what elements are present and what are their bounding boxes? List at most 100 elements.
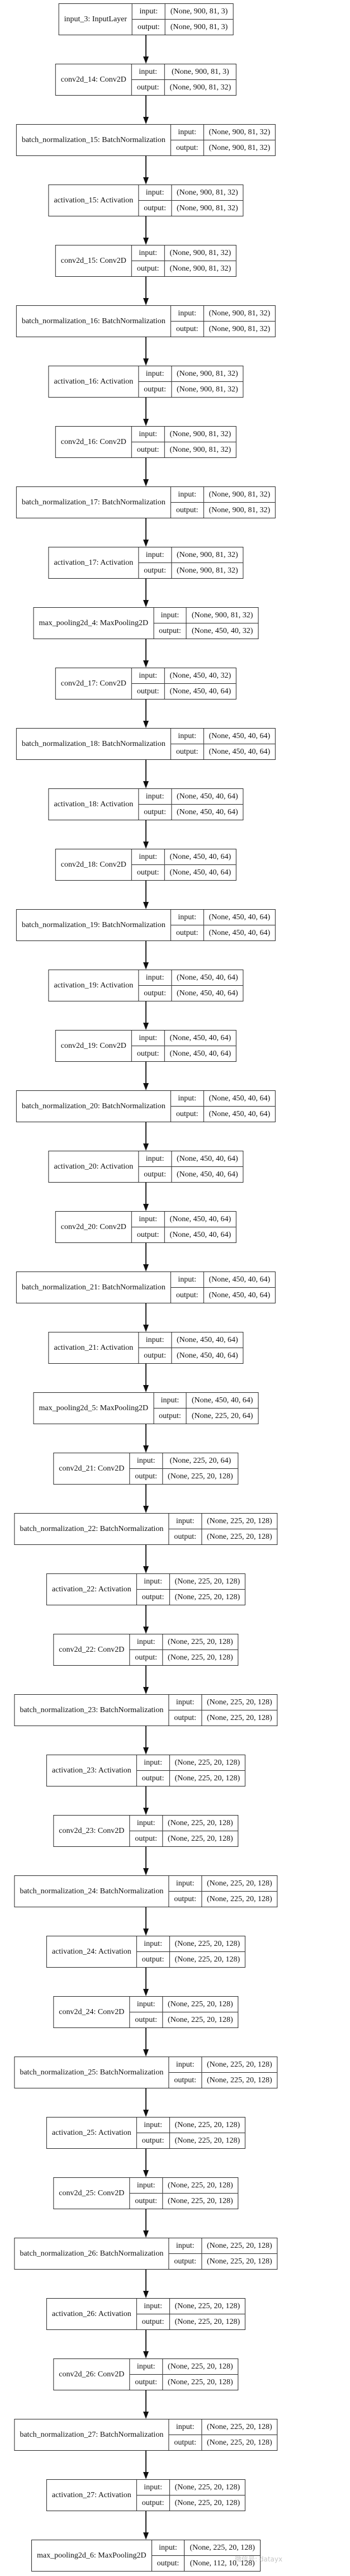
input-key: input: bbox=[131, 245, 164, 261]
io-keys: input: output: bbox=[171, 487, 204, 518]
io-keys: input: output: bbox=[139, 1151, 172, 1182]
output-key: output: bbox=[135, 2015, 158, 2024]
output-key: output: bbox=[135, 2378, 158, 2386]
io-keys: input: output: bbox=[171, 910, 204, 940]
io-keys: input: output: bbox=[169, 1695, 202, 1726]
output-key: output: bbox=[135, 2196, 158, 2205]
output-key: output: bbox=[136, 868, 159, 877]
edge-arrow bbox=[145, 1786, 146, 1808]
edge-arrow bbox=[145, 881, 146, 902]
output-shape: (None, 450, 40, 64) bbox=[209, 1109, 271, 1118]
io-keys: input: output: bbox=[131, 427, 165, 457]
input-shape: (None, 225, 20, 128) bbox=[169, 2117, 245, 2133]
output-key: output: bbox=[135, 1472, 158, 1481]
output-shape: (None, 225, 20, 128) bbox=[207, 1532, 272, 1541]
layer-name: activation_17: Activation bbox=[49, 547, 139, 578]
input-shape: (None, 900, 81, 32) bbox=[171, 366, 243, 382]
output-key: output: bbox=[141, 2498, 164, 2507]
layer-name: conv2d_24: Conv2D bbox=[54, 1997, 130, 2027]
input-key: input: bbox=[169, 1514, 201, 1529]
watermark: 微信号: datayx bbox=[235, 2555, 283, 2563]
io-shapes: (None, 225, 20, 128) (None, 225, 20, 128) bbox=[169, 1574, 245, 1605]
output-shape: (None, 225, 20, 128) bbox=[207, 2257, 272, 2266]
arrowhead-icon bbox=[143, 1566, 149, 1573]
input-key: input: bbox=[169, 1695, 201, 1710]
output-shape: (None, 900, 81, 32) bbox=[176, 385, 238, 394]
input-shape: (None, 450, 40, 64) bbox=[204, 910, 276, 925]
edge-arrow bbox=[145, 1968, 146, 1989]
input-shape: (None, 900, 81, 32) bbox=[204, 487, 276, 503]
edge-arrow bbox=[145, 458, 146, 480]
arrowhead-icon bbox=[143, 1929, 149, 1936]
input-shape: (None, 900, 81, 3) bbox=[165, 4, 233, 20]
arrowhead-icon bbox=[143, 1989, 149, 1996]
input-key: input: bbox=[136, 2480, 169, 2495]
input-key: input: bbox=[131, 1212, 164, 1227]
output-key: output: bbox=[135, 1834, 158, 1843]
layer-name: batch_normalization_22: BatchNormalizati… bbox=[15, 1514, 169, 1544]
input-key: input: bbox=[130, 1453, 163, 1469]
io-shapes: (None, 225, 20, 128) (None, 225, 20, 128) bbox=[202, 2419, 277, 2450]
layer-node: batch_normalization_27: BatchNormalizati… bbox=[14, 2419, 278, 2451]
io-shapes: (None, 450, 40, 64) (None, 450, 40, 64) bbox=[164, 1212, 237, 1242]
output-shape: (None, 225, 20, 64) bbox=[191, 1411, 253, 1420]
input-shape: (None, 225, 20, 128) bbox=[169, 2299, 245, 2314]
input-shape: (None, 900, 81, 32) bbox=[204, 125, 276, 140]
edge-arrow bbox=[145, 156, 146, 178]
layer-name: conv2d_17: Conv2D bbox=[56, 668, 132, 699]
layer-node: activation_21: Activation input: output: (N… bbox=[48, 1332, 244, 1364]
edge-arrow bbox=[145, 820, 146, 842]
input-key: input: bbox=[171, 729, 204, 744]
edge-arrow bbox=[145, 1001, 146, 1023]
output-key: output: bbox=[138, 22, 160, 31]
output-key: output: bbox=[176, 505, 198, 514]
io-keys: input: output: bbox=[136, 1936, 170, 1967]
io-keys: input: output: bbox=[131, 245, 165, 276]
io-shapes: (None, 450, 40, 64) (None, 450, 40, 64) bbox=[171, 1332, 243, 1363]
edge-arrow bbox=[145, 2390, 146, 2412]
input-shape: (None, 900, 81, 3) bbox=[164, 64, 237, 80]
layer-name: activation_15: Activation bbox=[49, 185, 139, 216]
output-key: output: bbox=[136, 687, 159, 696]
output-shape: (None, 225, 20, 128) bbox=[168, 1834, 233, 1843]
input-shape: (None, 900, 81, 32) bbox=[164, 427, 237, 442]
arrowhead-icon bbox=[143, 1143, 149, 1151]
io-shapes: (None, 900, 81, 32) (None, 900, 81, 32) bbox=[171, 366, 243, 397]
layer-node: activation_20: Activation input: output: (N… bbox=[48, 1151, 244, 1183]
io-shapes: (None, 450, 40, 64) (None, 450, 40, 64) bbox=[204, 1272, 276, 1303]
input-key: input: bbox=[139, 547, 171, 563]
io-shapes: (None, 225, 20, 128) (None, 225, 20, 128) bbox=[163, 1997, 238, 2027]
output-key: output: bbox=[176, 143, 198, 152]
arrowhead-icon bbox=[143, 1868, 149, 1875]
io-shapes: (None, 225, 20, 128) (None, 225, 20, 128) bbox=[169, 1755, 245, 1786]
io-keys: input: output: bbox=[131, 64, 165, 95]
io-keys: input: output: bbox=[136, 1574, 170, 1605]
output-key: output: bbox=[159, 1411, 181, 1420]
layer-node: batch_normalization_15: BatchNormalizati… bbox=[16, 124, 276, 156]
arrowhead-icon bbox=[143, 2110, 149, 2117]
arrowhead-icon bbox=[143, 1627, 149, 1634]
input-key: input: bbox=[136, 1755, 169, 1771]
output-key: output: bbox=[141, 1774, 164, 1783]
io-shapes: (None, 225, 20, 128) (None, 225, 20, 128) bbox=[163, 2359, 238, 2390]
io-keys: input: output: bbox=[139, 789, 172, 820]
input-key: input: bbox=[130, 2359, 163, 2375]
arrowhead-icon bbox=[143, 1385, 149, 1392]
input-shape: (None, 450, 40, 64) bbox=[171, 1332, 243, 1348]
edge-arrow bbox=[145, 277, 146, 299]
io-shapes: (None, 900, 81, 32) (None, 900, 81, 32) bbox=[171, 185, 243, 216]
output-shape: (None, 900, 81, 32) bbox=[176, 204, 238, 212]
input-shape: (None, 450, 40, 64) bbox=[204, 1091, 276, 1107]
output-shape: (None, 450, 40, 64) bbox=[176, 807, 238, 816]
output-key: output: bbox=[174, 2438, 196, 2447]
io-shapes: (None, 225, 20, 128) (None, 225, 20, 128) bbox=[202, 1514, 277, 1544]
input-shape: (None, 225, 20, 128) bbox=[163, 1816, 238, 1831]
input-shape: (None, 225, 20, 128) bbox=[169, 1574, 245, 1590]
output-key: output: bbox=[174, 2076, 196, 2085]
output-key: output: bbox=[136, 445, 159, 454]
layer-node: conv2d_18: Conv2D input: output: (None, 450… bbox=[55, 849, 237, 881]
output-key: output: bbox=[176, 928, 198, 937]
io-keys: input: output: bbox=[139, 366, 172, 397]
output-shape: (None, 225, 20, 128) bbox=[207, 2438, 272, 2447]
output-key: output: bbox=[144, 204, 166, 212]
